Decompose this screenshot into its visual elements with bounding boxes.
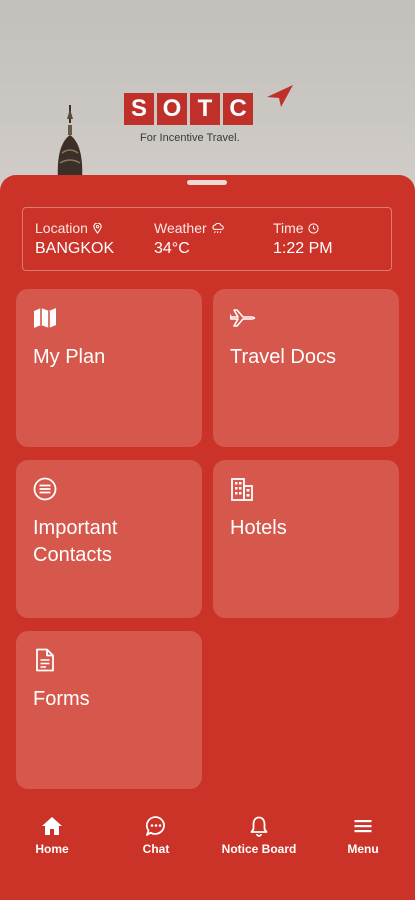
document-icon [36,648,54,672]
nav-menu[interactable]: Menu [343,815,383,856]
tile-important-contacts[interactable]: Important Contacts [16,460,202,618]
tile-label: Travel Docs [230,346,336,368]
nav-home[interactable]: Home [34,815,70,856]
tile-label: Important Contacts [33,517,118,566]
location-pin-icon [93,222,102,234]
logo-letter: S [124,93,154,125]
cloud-rain-icon [212,222,224,233]
clock-icon [308,222,319,234]
location-info: Location BANGKOK [35,220,114,258]
time-label: Time [273,220,304,236]
logo-letter: T [190,93,220,125]
logo-letter: O [157,93,187,125]
menu-icon [354,820,372,833]
weather-info: Weather 34°C [154,220,225,258]
tile-travel-docs[interactable]: Travel Docs [213,289,399,447]
logo-tagline: For Incentive Travel. [140,132,240,144]
sotc-logo: S O T C For Incentive Travel. [124,85,294,147]
weather-label: Weather [154,220,207,236]
time-info: Time 1:22 PM [273,220,333,258]
nav-label: Chat [142,842,170,856]
bottom-navigation: Home Chat Notice Board Menu [0,815,415,865]
tile-hotels[interactable]: Hotels [213,460,399,618]
drag-handle[interactable] [187,180,227,185]
time-value: 1:22 PM [273,240,333,257]
contacts-list-icon [33,477,57,501]
tile-forms[interactable]: Forms [16,631,202,789]
bottom-sheet: Location BANGKOK Weather 34°C Time 1:22 … [0,175,415,900]
location-label: Location [35,220,88,236]
weather-value: 34°C [154,240,190,257]
tile-my-plan[interactable]: My Plan [16,289,202,447]
nav-label: Home [35,842,69,856]
chat-icon [145,816,165,836]
tile-label: Hotels [230,517,287,539]
nav-label: Menu [347,842,379,856]
tile-label: Forms [33,688,90,710]
nav-label: Notice Board [221,842,297,856]
nav-chat[interactable]: Chat [138,815,174,856]
bell-icon [250,816,268,837]
info-bar: Location BANGKOK Weather 34°C Time 1:22 … [22,207,392,271]
logo-letter: C [223,93,253,125]
tile-label: My Plan [33,346,106,368]
logo-paper-plane-icon [267,85,293,107]
map-icon [34,308,56,328]
temple-spire-image [50,105,90,180]
building-icon [231,478,253,501]
nav-notice-board[interactable]: Notice Board [216,815,302,856]
home-icon [42,817,62,835]
airplane-icon [230,309,256,327]
location-value: BANGKOK [35,240,115,257]
